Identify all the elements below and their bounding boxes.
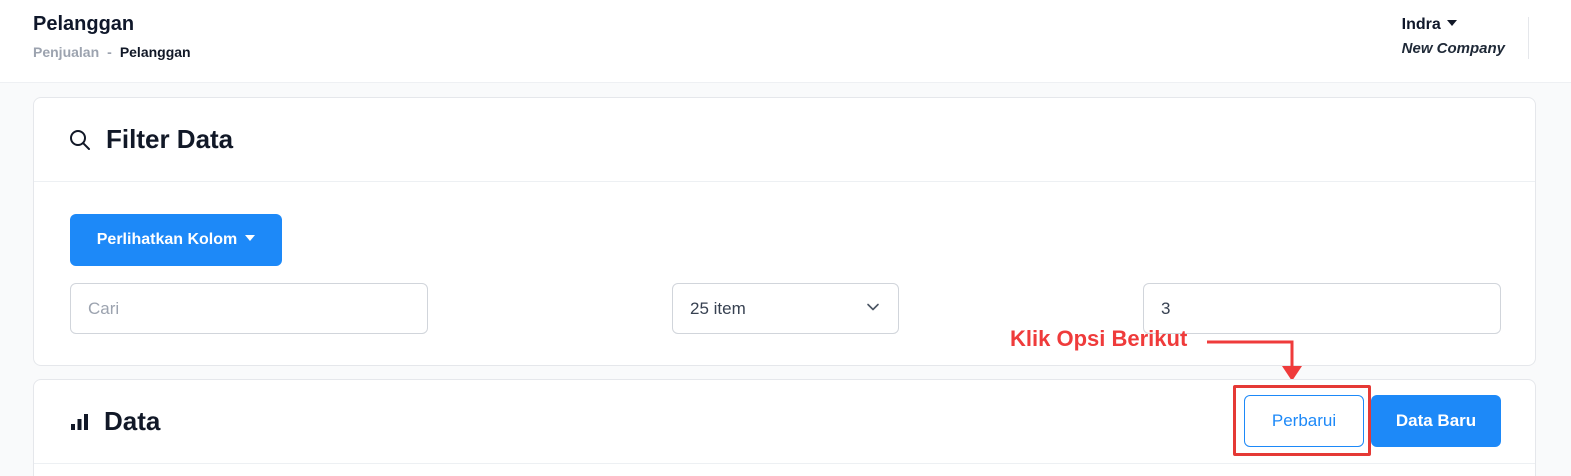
chevron-down-icon <box>866 299 880 319</box>
page-number-value: 3 <box>1161 298 1171 318</box>
user-name-toggle[interactable]: Indra <box>1402 16 1505 34</box>
refresh-button[interactable]: Perbarui <box>1244 395 1364 447</box>
breadcrumb-separator: - <box>107 44 112 60</box>
caret-down-icon <box>245 235 256 241</box>
breadcrumb: Penjualan - Pelanggan <box>33 44 191 60</box>
annotation-label: Klik Opsi Berikut <box>1010 326 1188 351</box>
show-columns-label: Perlihatkan Kolom <box>96 231 238 248</box>
page-title: Pelanggan <box>33 13 135 35</box>
search-input[interactable]: Cari <box>70 283 428 334</box>
bar-chart-icon <box>70 412 90 432</box>
show-columns-button[interactable]: Perlihatkan Kolom <box>70 214 282 266</box>
filter-card: Filter Data Perlihatkan Kolom Cari 25 it… <box>33 97 1536 366</box>
page-number-input[interactable]: 3 <box>1143 283 1501 334</box>
caret-down-icon <box>1446 20 1457 26</box>
page-size-value: 25 item <box>690 298 746 318</box>
user-menu[interactable]: Indra New Company <box>1402 16 1505 57</box>
page-size-select[interactable]: 25 item <box>672 283 899 334</box>
user-name: Indra <box>1401 16 1441 33</box>
breadcrumb-parent[interactable]: Penjualan <box>33 44 99 60</box>
search-icon <box>68 128 92 152</box>
annotation-arrow-icon <box>1207 340 1302 381</box>
top-bar: Pelanggan Penjualan - Pelanggan Indra Ne… <box>0 0 1571 83</box>
breadcrumb-current: Pelanggan <box>119 44 191 60</box>
new-data-button[interactable]: Data Baru <box>1371 395 1501 447</box>
filter-title: Filter Data <box>106 124 234 154</box>
topbar-divider <box>1528 17 1529 59</box>
company-name: New Company <box>1401 40 1505 57</box>
data-title: Data <box>104 406 161 436</box>
filter-header: Filter Data <box>34 98 1535 182</box>
search-placeholder: Cari <box>88 298 120 318</box>
